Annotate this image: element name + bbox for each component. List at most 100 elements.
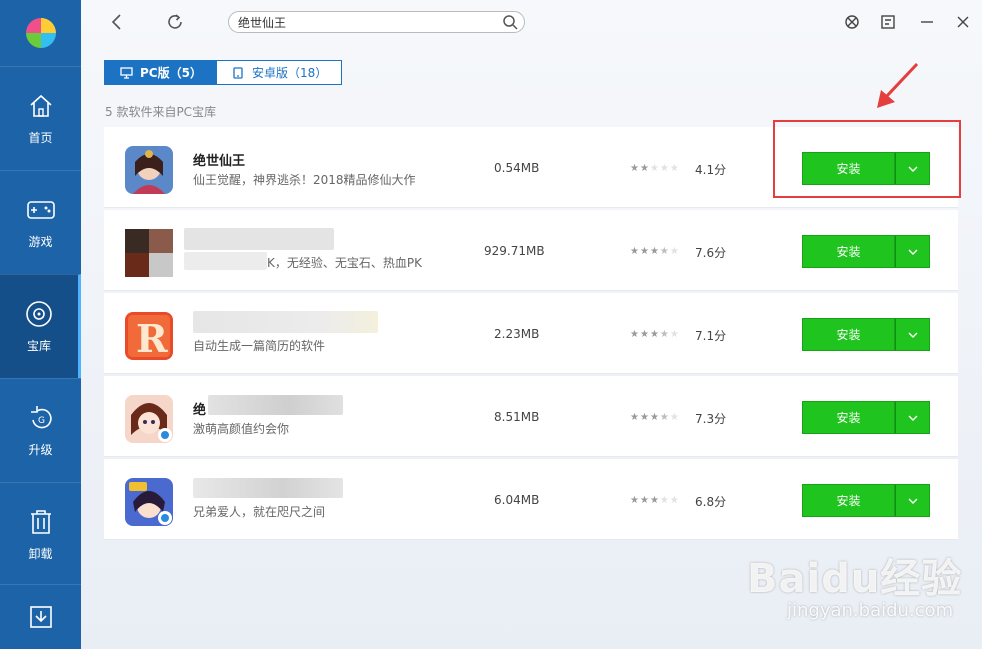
star-icon: ★ [649,163,659,174]
app-description: 兄弟爱人，就在咫尺之间 [193,505,326,519]
install-dropdown[interactable] [895,235,930,268]
app-score: 7.3分 [695,412,727,426]
star-icon: ★ [639,163,649,174]
sidebar-item-upgrade[interactable]: G 升级 [0,378,81,482]
install-group: 安装 [802,484,930,517]
star-icon: ★ [659,163,669,174]
install-button[interactable]: 安装 [802,318,895,351]
install-button[interactable]: 安装 [802,484,895,517]
star-icon: ★ [649,412,659,423]
minimize-button[interactable] [915,10,939,34]
star-icon: ★ [630,412,639,423]
watermark-main: Baidu经验 [747,556,963,602]
star-icon: ★ [649,495,659,506]
list-item[interactable]: 兄弟爱人，就在咫尺之间 6.04MB ★ ★ ★ ★ ★ 6.8分 安装 [104,459,958,540]
search-input[interactable] [238,15,493,29]
install-dropdown[interactable] [895,401,930,434]
star-icon: ★ [630,163,639,174]
star-icon: ★ [639,329,649,340]
skin-button[interactable] [840,10,864,34]
install-button[interactable]: 安装 [802,401,895,434]
sidebar-item-label: 游戏 [28,235,53,249]
search-icon[interactable] [502,14,518,30]
sidebar-item-treasury[interactable]: 宝库 [0,274,81,378]
star-icon: ★ [659,495,669,506]
chevron-down-icon [908,332,917,338]
chevron-down-icon [908,498,917,504]
sidebar-item-home[interactable]: 首页 [0,66,81,170]
star-icon: ★ [659,246,669,257]
chevron-left-icon [111,14,121,30]
star-icon: ★ [659,412,669,423]
rating-stars: ★ ★ ★ ★ ★ [630,496,679,506]
app-name: 绝 [193,403,207,418]
sidebar-item-label: 首页 [28,131,53,145]
star-icon: ★ [649,246,659,257]
star-icon: ★ [639,495,649,506]
source-note: 5 款软件来自PC宝库 [105,105,217,119]
svg-text:R: R [136,316,168,360]
app-size: 929.71MB [484,244,545,258]
tab-label: PC版（5） [140,66,202,80]
app-icon [125,478,173,526]
sidebar-item-label: 卸载 [28,547,53,561]
tab-pc[interactable]: PC版（5） [104,60,217,85]
app-size: 0.54MB [494,161,540,175]
watermark-sub: jingyan.baidu.com [787,600,954,621]
chevron-down-icon [908,415,917,421]
star-icon: ★ [649,329,659,340]
disc-icon [24,299,54,329]
sidebar: 首页 游戏 宝库 G 升级 卸载 [0,0,81,649]
app-description: 自动生成一篇简历的软件 [193,339,326,353]
star-icon: ★ [669,495,679,506]
star-icon: ★ [639,246,649,257]
app-icon [125,146,173,194]
gamepad-icon [26,195,56,225]
upgrade-icon: G [26,403,56,433]
home-icon [26,91,56,121]
chevron-down-icon [908,249,917,255]
pinwheel-logo-icon [25,18,56,48]
annotation-highlight-box [773,120,961,198]
app-description: 仙王觉醒，神界逃杀！2018精品修仙大作 [193,173,416,187]
sidebar-item-downloads[interactable] [0,584,81,649]
skin-icon [845,15,859,29]
blurred-title [184,228,334,250]
star-icon: ★ [630,495,639,506]
install-group: 安装 [802,401,930,434]
list-item[interactable]: R 自动生成一篇简历的软件 2.23MB ★ ★ ★ ★ ★ 7.1分 安装 [104,293,958,374]
tab-android[interactable]: 安卓版（18） [216,60,343,85]
menu-button[interactable] [876,10,900,34]
close-icon [957,16,969,28]
watermark: Baidu经验 jingyan.baidu.com [747,540,982,640]
install-dropdown[interactable] [895,484,930,517]
star-icon: ★ [630,329,639,340]
install-group: 安装 [802,318,930,351]
monitor-icon [119,66,133,79]
back-button[interactable] [105,10,129,34]
trash-icon [26,507,56,537]
blurred-desc [184,252,267,270]
install-button[interactable]: 安装 [802,235,895,268]
app-icon [125,395,173,443]
sidebar-item-label: 宝库 [26,339,51,353]
app-score: 6.8分 [695,495,727,509]
list-item[interactable]: 绝 激萌高颜值约会你 8.51MB ★ ★ ★ ★ ★ 7.3分 安装 [104,376,958,457]
sidebar-item-label: 升级 [28,443,53,457]
close-button[interactable] [951,10,975,34]
settings-icon [881,15,895,29]
app-description: 激萌高颜值约会你 [193,422,290,436]
blurred-title [193,311,378,333]
refresh-button[interactable] [163,10,187,34]
app-logo [0,0,81,66]
app-size: 2.23MB [494,327,540,341]
install-dropdown[interactable] [895,318,930,351]
rating-stars: ★ ★ ★ ★ ★ [630,164,679,174]
annotation-arrow-icon [877,62,919,108]
sidebar-item-uninstall[interactable]: 卸载 [0,482,81,586]
search-box[interactable] [228,11,525,33]
sidebar-item-games[interactable]: 游戏 [0,170,81,274]
tab-label: 安卓版（18） [251,66,328,80]
list-item[interactable]: K，无经验、无宝石、热血PK 929.71MB ★ ★ ★ ★ ★ 7.6分 安装 [104,210,958,291]
rating-stars: ★ ★ ★ ★ ★ [630,247,679,257]
